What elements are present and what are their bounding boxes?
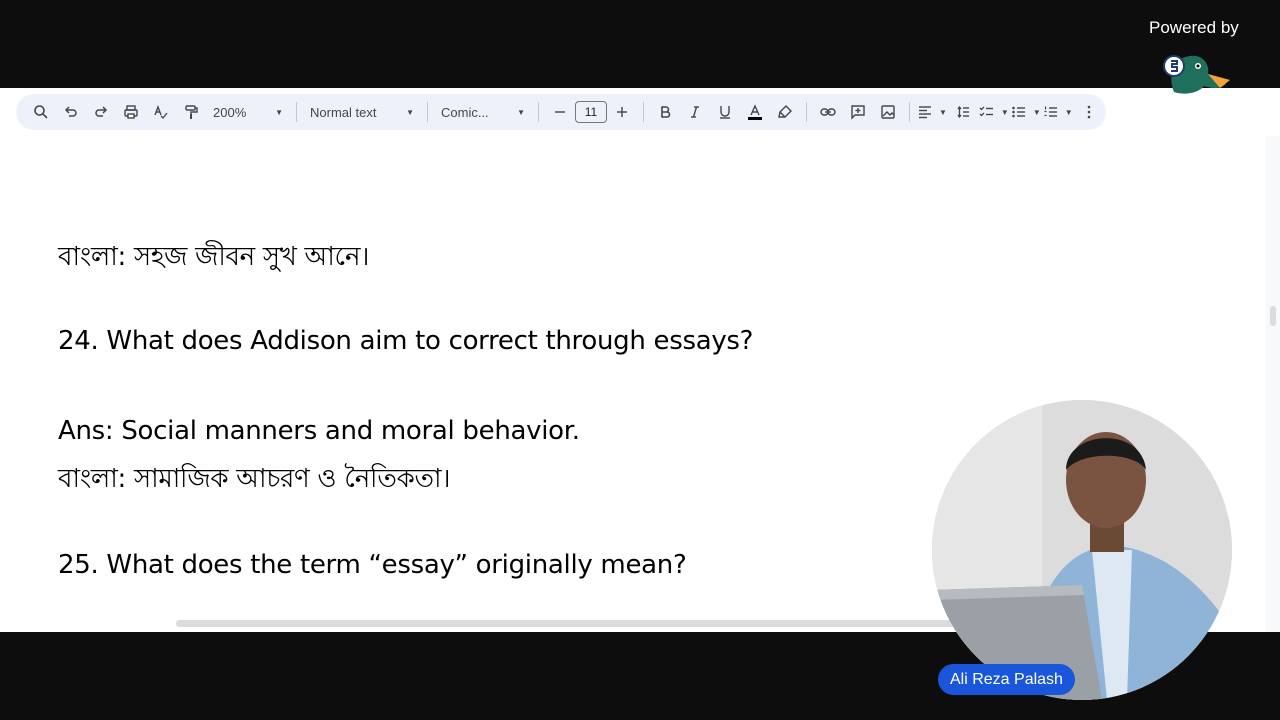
bulleted-list-icon bbox=[1012, 106, 1025, 118]
streamyard-duck-logo-icon bbox=[1163, 55, 1230, 94]
bulleted-list-select[interactable]: ▼ bbox=[1011, 98, 1041, 126]
line-spacing-icon bbox=[957, 105, 969, 119]
chevron-down-icon: ▼ bbox=[406, 107, 414, 117]
undo-icon bbox=[64, 106, 77, 117]
highlight-color-button[interactable] bbox=[771, 98, 799, 126]
add-comment-icon bbox=[851, 105, 865, 120]
presenter-name-tag: Ali Reza Palash bbox=[938, 664, 1075, 695]
vertical-scrollbar-thumb[interactable] bbox=[1270, 306, 1276, 326]
toolbar-divider bbox=[909, 102, 910, 122]
add-comment-button[interactable] bbox=[844, 98, 872, 126]
decrease-font-size-button[interactable] bbox=[546, 98, 574, 126]
top-letterbox bbox=[0, 0, 1280, 88]
minus-icon bbox=[555, 111, 565, 113]
align-left-icon bbox=[919, 106, 931, 119]
redo-button[interactable] bbox=[87, 98, 115, 126]
toolbar-divider bbox=[538, 102, 539, 122]
doc-line-answer-24: Ans: Social manners and moral behavior. bbox=[58, 416, 580, 446]
checklist-select[interactable]: ▼ bbox=[979, 98, 1009, 126]
redo-icon bbox=[95, 106, 108, 117]
print-button[interactable] bbox=[117, 98, 145, 126]
image-icon bbox=[881, 105, 895, 119]
text-color-button[interactable] bbox=[741, 98, 769, 126]
chevron-down-icon: ▼ bbox=[1000, 107, 1009, 117]
numbered-list-icon bbox=[1044, 106, 1057, 117]
paint-roller-icon bbox=[185, 105, 198, 119]
more-options-button[interactable] bbox=[1075, 98, 1103, 126]
more-vertical-icon bbox=[1087, 105, 1090, 119]
toolbar-divider bbox=[296, 102, 297, 122]
printer-icon bbox=[124, 105, 138, 119]
search-menus-button[interactable] bbox=[27, 98, 55, 126]
presenter-webcam-feed bbox=[932, 400, 1232, 700]
paragraph-style-value: Normal text bbox=[310, 104, 377, 120]
underline-button[interactable] bbox=[711, 98, 739, 126]
increase-font-size-button[interactable] bbox=[608, 98, 636, 126]
chevron-down-icon: ▼ bbox=[1032, 107, 1041, 117]
font-size-input[interactable]: 11 bbox=[575, 101, 607, 123]
underline-icon bbox=[720, 106, 730, 119]
text-color-icon bbox=[748, 104, 762, 120]
bold-button[interactable] bbox=[651, 98, 679, 126]
plus-icon bbox=[617, 107, 627, 117]
streamyard-wordmark: StreamYard bbox=[1128, 100, 1260, 130]
spellcheck-button[interactable] bbox=[147, 98, 175, 126]
docs-toolbar: 200% ▼ Normal text ▼ Comic... ▼ 11 ▼ ▼ ▼… bbox=[16, 94, 1106, 130]
doc-line-question-25: 25. What does the term “essay” originall… bbox=[58, 550, 687, 580]
toolbar-divider bbox=[427, 102, 428, 122]
numbered-list-select[interactable]: ▼ bbox=[1043, 98, 1073, 126]
zoom-select[interactable]: 200% ▼ bbox=[207, 98, 289, 126]
chevron-down-icon: ▼ bbox=[517, 107, 525, 117]
bold-icon bbox=[661, 106, 671, 118]
toolbar-divider bbox=[643, 102, 644, 122]
font-family-select[interactable]: Comic... ▼ bbox=[435, 98, 531, 126]
zoom-value: 200% bbox=[213, 104, 247, 120]
presenter-image bbox=[932, 400, 1232, 700]
paragraph-style-select[interactable]: Normal text ▼ bbox=[304, 98, 420, 126]
italic-icon bbox=[691, 106, 699, 118]
italic-button[interactable] bbox=[681, 98, 709, 126]
doc-line-bangla-answer-24: বাংলা: সামাজিক আচরণ ও নৈতিকতা। bbox=[58, 464, 451, 494]
insert-image-button[interactable] bbox=[874, 98, 902, 126]
spellcheck-icon bbox=[154, 105, 168, 120]
line-spacing-button[interactable] bbox=[949, 98, 977, 126]
chevron-down-icon: ▼ bbox=[939, 107, 947, 117]
insert-link-button[interactable] bbox=[814, 98, 842, 126]
powered-by-label: Powered by bbox=[1149, 18, 1239, 37]
chevron-down-icon: ▼ bbox=[275, 107, 283, 117]
undo-button[interactable] bbox=[57, 98, 85, 126]
link-icon bbox=[820, 108, 836, 116]
doc-line-bangla-answer: বাংলা: সহজ জীবন সুখ আনে। bbox=[58, 242, 370, 272]
doc-line-question-24: 24. What does Addison aim to correct thr… bbox=[58, 326, 754, 356]
highlighter-icon bbox=[778, 105, 792, 118]
font-family-value: Comic... bbox=[441, 104, 489, 120]
toolbar-divider bbox=[806, 102, 807, 122]
horizontal-scrollbar-thumb[interactable] bbox=[176, 620, 976, 627]
chevron-down-icon: ▼ bbox=[1064, 107, 1073, 117]
checklist-icon bbox=[979, 106, 993, 117]
search-icon bbox=[34, 105, 48, 119]
align-select[interactable]: ▼ bbox=[917, 98, 947, 126]
vertical-scrollbar[interactable] bbox=[1266, 136, 1280, 632]
paint-format-button[interactable] bbox=[177, 98, 205, 126]
